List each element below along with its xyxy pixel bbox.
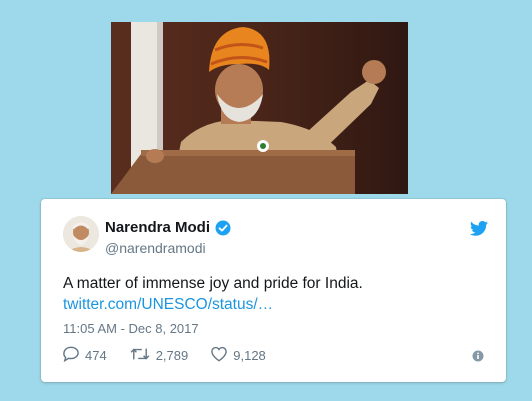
tweet-link[interactable]: twitter.com/UNESCO/status/… xyxy=(63,296,273,314)
like-count: 9,128 xyxy=(233,348,266,363)
reply-icon xyxy=(62,346,85,365)
like-button[interactable]: 9,128 xyxy=(210,346,266,365)
author-handle[interactable]: @narendramodi xyxy=(105,240,206,256)
tweet-timestamp[interactable]: 11:05 AM - Dec 8, 2017 xyxy=(63,321,199,336)
tweet-actions: 474 2,789 9,128 xyxy=(62,346,288,365)
author-name-text[interactable]: Narendra Modi xyxy=(105,219,210,236)
heart-icon xyxy=(210,346,233,365)
tweet-text: A matter of immense joy and pride for In… xyxy=(63,275,363,292)
retweet-icon xyxy=(129,346,156,365)
reply-button[interactable]: 474 xyxy=(62,346,107,365)
verified-badge-icon xyxy=(215,220,231,236)
avatar[interactable] xyxy=(63,216,99,252)
reply-count: 474 xyxy=(85,348,107,363)
header-photo xyxy=(111,22,408,194)
info-icon[interactable] xyxy=(472,349,484,367)
retweet-button[interactable]: 2,789 xyxy=(129,346,189,365)
retweet-count: 2,789 xyxy=(155,348,189,363)
twitter-bird-icon[interactable] xyxy=(470,221,488,241)
author-name[interactable]: Narendra Modi xyxy=(105,219,231,236)
tweet-card[interactable]: Narendra Modi @narendramodi A matter of … xyxy=(41,199,506,382)
